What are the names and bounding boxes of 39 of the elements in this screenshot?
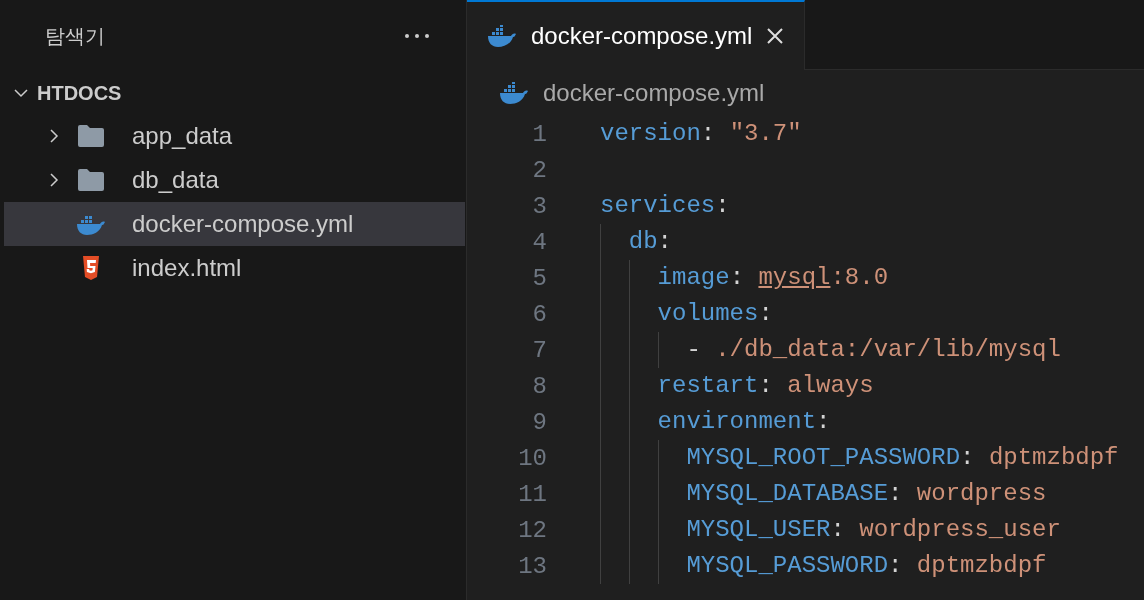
file-tree-item[interactable]: db_data xyxy=(4,158,465,202)
folder-icon xyxy=(76,123,106,149)
close-icon[interactable] xyxy=(766,27,785,45)
line-number: 13 xyxy=(517,552,547,580)
line-number: 6 xyxy=(531,300,547,328)
workspace-name[interactable]: HTDOCS xyxy=(37,81,122,105)
code-line: restart: always xyxy=(600,368,874,404)
line-number: 10 xyxy=(517,444,547,472)
line-number: 1 xyxy=(531,120,547,148)
explorer-title: 탐색기 xyxy=(45,23,105,49)
breadcrumb[interactable]: docker-compose.yml xyxy=(543,79,765,107)
line-number: 3 xyxy=(531,192,547,220)
line-number: 8 xyxy=(531,372,547,400)
code-line: - ./db_data:/var/lib/mysql xyxy=(600,332,1061,368)
file-tree-item[interactable]: app_data xyxy=(4,114,465,158)
code-line: MYSQL_PASSWORD: dptmzbdpf xyxy=(600,548,1047,584)
more-icon[interactable] xyxy=(404,33,430,39)
code-line: MYSQL_ROOT_PASSWORD: dptmzbdpf xyxy=(600,440,1119,476)
code-line: volumes: xyxy=(600,296,773,332)
code-line: services: xyxy=(600,191,730,221)
whale-icon xyxy=(487,25,517,47)
whale-icon xyxy=(499,82,529,104)
file-tree-item[interactable]: docker-compose.yml xyxy=(4,202,465,246)
file-tree-item[interactable]: index.html xyxy=(4,246,465,290)
code-line: image: mysql:8.0 xyxy=(600,260,889,296)
line-number: 12 xyxy=(517,516,547,544)
folder-icon xyxy=(76,167,106,193)
line-number: 9 xyxy=(531,408,547,436)
line-number: 5 xyxy=(531,264,547,292)
line-number: 2 xyxy=(531,156,547,184)
code-line: environment: xyxy=(600,404,831,440)
code-line: db: xyxy=(600,224,672,260)
code-line: MYSQL_USER: wordpress_user xyxy=(600,512,1061,548)
code-line: MYSQL_DATABASE: wordpress xyxy=(600,476,1047,512)
line-number: 7 xyxy=(531,336,547,364)
code-line: version: "3.7" xyxy=(600,119,802,149)
editor-tab[interactable]: docker-compose.yml xyxy=(467,0,806,70)
line-number: 11 xyxy=(517,480,547,508)
line-number: 4 xyxy=(531,228,547,256)
